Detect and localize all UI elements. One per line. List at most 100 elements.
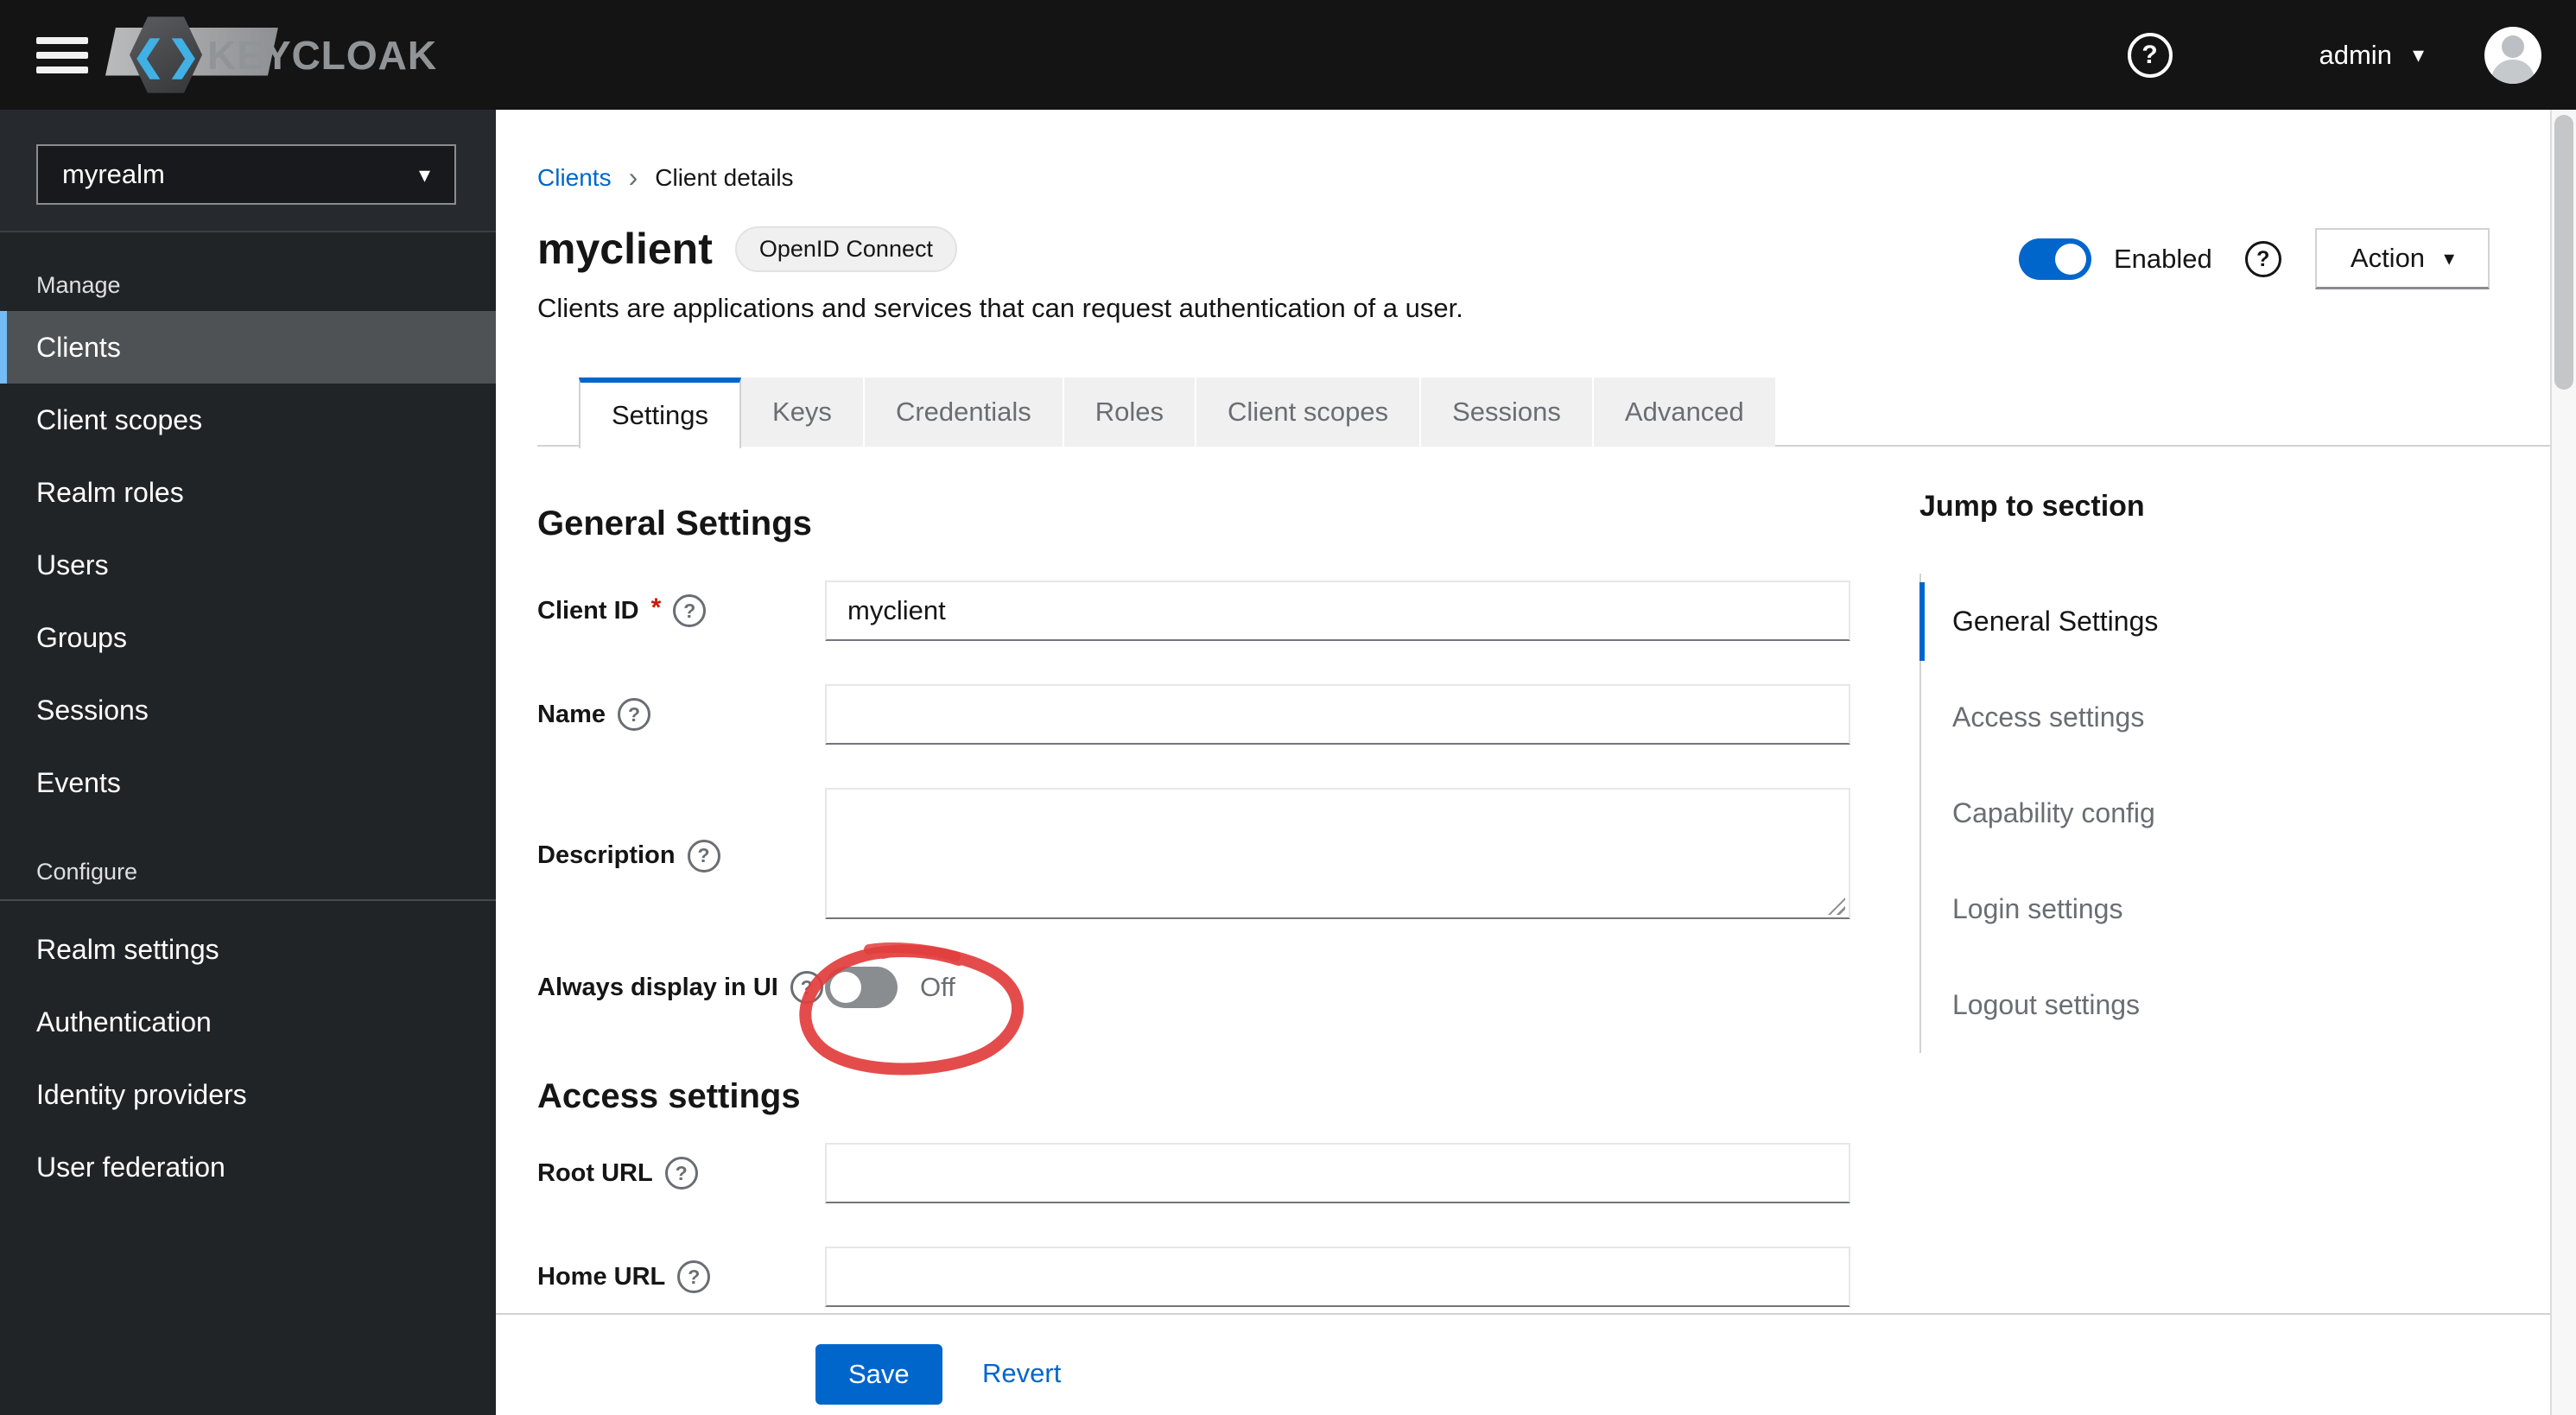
realm-selector[interactable]: myrealm ▾ (36, 144, 456, 205)
help-icon[interactable]: ? (677, 1260, 711, 1293)
tab-settings[interactable]: Settings (579, 378, 742, 448)
form-row-always-display: Always display in UI ? Off (537, 967, 1868, 1008)
nav-list-configure: Realm settings Authentication Identity p… (0, 913, 496, 1203)
enabled-label: Enabled (2114, 244, 2212, 274)
sidebar-item-groups[interactable]: Groups (0, 601, 496, 674)
tab-roles[interactable]: Roles (1063, 378, 1197, 447)
scrollbar[interactable] (2550, 110, 2576, 1415)
root-url-input[interactable] (825, 1143, 1850, 1203)
page-head: myclient OpenID Connect Clients are appl… (537, 220, 1463, 324)
sidebar-item-user-federation[interactable]: User federation (0, 1131, 496, 1203)
jump-item-logout-settings[interactable]: Logout settings (1921, 957, 2455, 1053)
tab-credentials[interactable]: Credentials (864, 378, 1064, 447)
toggle-knob (830, 972, 861, 1003)
toggle-knob (2055, 244, 2086, 275)
logo-chevron-right: ❯ (167, 32, 200, 78)
brand-name: KEYCLOAK (207, 32, 438, 78)
sidebar-item-authentication[interactable]: Authentication (0, 986, 496, 1058)
help-icon[interactable]: ? (790, 971, 823, 1004)
form-row-root-url: Root URL ? (537, 1143, 1868, 1203)
revert-button[interactable]: Revert (982, 1358, 1061, 1389)
help-icon[interactable]: ? (2244, 241, 2281, 277)
main-content: Clients › Client details myclient OpenID… (496, 110, 2550, 1415)
help-icon[interactable]: ? (673, 594, 707, 627)
action-label: Action (2350, 243, 2426, 273)
help-icon[interactable]: ? (687, 839, 720, 872)
page-title: myclient (537, 225, 713, 273)
sidebar-item-identity-providers[interactable]: Identity providers (0, 1058, 496, 1131)
description-input[interactable] (825, 788, 1850, 919)
sidebar-item-users[interactable]: Users (0, 529, 496, 601)
root-url-label: Root URL (537, 1158, 653, 1187)
home-url-label: Home URL (537, 1262, 666, 1291)
settings-form: General Settings Client ID * ? Name ? D (537, 503, 1868, 1350)
jump-to-section-panel: Jump to section General Settings Access … (1919, 490, 2455, 1053)
nav-section-configure: Configure (36, 859, 138, 885)
breadcrumb: Clients › Client details (537, 162, 794, 194)
nav-section-manage: Manage (36, 272, 121, 298)
username-label: admin (2319, 39, 2392, 70)
realm-name: myrealm (62, 159, 165, 189)
chevron-down-icon: ▾ (418, 161, 430, 187)
section-heading-access: Access settings (537, 1077, 801, 1115)
home-url-input[interactable] (825, 1247, 1850, 1307)
always-display-label: Always display in UI (537, 973, 778, 1001)
user-menu[interactable]: admin ▾ (2319, 40, 2425, 71)
help-icon[interactable]: ? (664, 1157, 698, 1190)
red-circle-annotation (799, 942, 1025, 1076)
action-dropdown[interactable]: Action ▾ (2315, 228, 2490, 289)
client-id-label: Client ID (537, 596, 639, 625)
form-row-client-id: Client ID * ? (537, 581, 1868, 641)
logo-chevron-left: ❮ (131, 32, 165, 78)
sidebar-item-realm-settings[interactable]: Realm settings (0, 913, 496, 986)
required-asterisk: * (650, 593, 662, 622)
client-id-input[interactable] (825, 581, 1850, 641)
help-icon[interactable]: ? (2127, 32, 2173, 78)
protocol-badge: OpenID Connect (734, 225, 957, 272)
jump-item-capability-config[interactable]: Capability config (1921, 765, 2455, 861)
user-avatar[interactable] (2484, 26, 2541, 84)
sidebar-item-client-scopes[interactable]: Client scopes (0, 384, 496, 456)
form-row-name: Name ? (537, 684, 1868, 745)
nav-divider (0, 899, 496, 901)
tab-sessions[interactable]: Sessions (1421, 378, 1594, 447)
description-label: Description (537, 841, 676, 869)
always-display-state: Off (920, 972, 955, 1002)
hamburger-menu-icon[interactable] (36, 36, 88, 73)
nav-list-manage: Clients Client scopes Realm roles Users … (0, 311, 496, 819)
section-heading-general: General Settings (537, 504, 812, 543)
chevron-down-icon: ▾ (2412, 41, 2424, 67)
sidebar: myrealm ▾ Manage Clients Client scopes R… (0, 110, 496, 1415)
sidebar-item-sessions[interactable]: Sessions (0, 674, 496, 746)
tab-keys[interactable]: Keys (741, 378, 865, 447)
sidebar-item-events[interactable]: Events (0, 746, 496, 819)
jump-item-general-settings[interactable]: General Settings (1919, 574, 2455, 669)
page-description: Clients are applications and services th… (537, 293, 1463, 323)
breadcrumb-link-clients[interactable]: Clients (537, 164, 612, 192)
name-label: Name (537, 700, 606, 728)
tab-bar: Settings Keys Credentials Roles Client s… (537, 378, 2550, 448)
jump-item-access-settings[interactable]: Access settings (1921, 669, 2455, 765)
tab-advanced[interactable]: Advanced (1593, 378, 1775, 447)
form-row-description: Description ? (537, 788, 1868, 923)
always-display-toggle[interactable] (825, 967, 898, 1008)
name-input[interactable] (825, 684, 1850, 745)
breadcrumb-current: Client details (655, 163, 794, 191)
masthead-right: ? admin ▾ (2127, 26, 2576, 84)
breadcrumb-separator-icon: › (628, 162, 638, 193)
form-row-home-url: Home URL ? (537, 1247, 1868, 1307)
jump-item-login-settings[interactable]: Login settings (1921, 861, 2455, 957)
enabled-toggle[interactable] (2019, 238, 2091, 280)
save-button[interactable]: Save (815, 1344, 942, 1405)
description-textarea-wrap (825, 788, 1850, 923)
tab-client-scopes[interactable]: Client scopes (1196, 378, 1422, 447)
scrollbar-thumb[interactable] (2554, 115, 2573, 390)
help-icon[interactable]: ? (618, 698, 650, 731)
keycloak-admin-console: ❮ ❯ KEYCLOAK ? admin ▾ myrealm ▾ Manage C… (0, 0, 2576, 1415)
keycloak-hexagon-icon: ❮ ❯ (130, 16, 202, 93)
keycloak-logo: ❮ ❯ KEYCLOAK (105, 16, 438, 95)
chevron-down-icon: ▾ (2444, 246, 2455, 270)
sidebar-item-clients[interactable]: Clients (0, 311, 496, 384)
sidebar-item-realm-roles[interactable]: Realm roles (0, 456, 496, 529)
form-actions-footer: Save Revert (496, 1313, 2550, 1415)
